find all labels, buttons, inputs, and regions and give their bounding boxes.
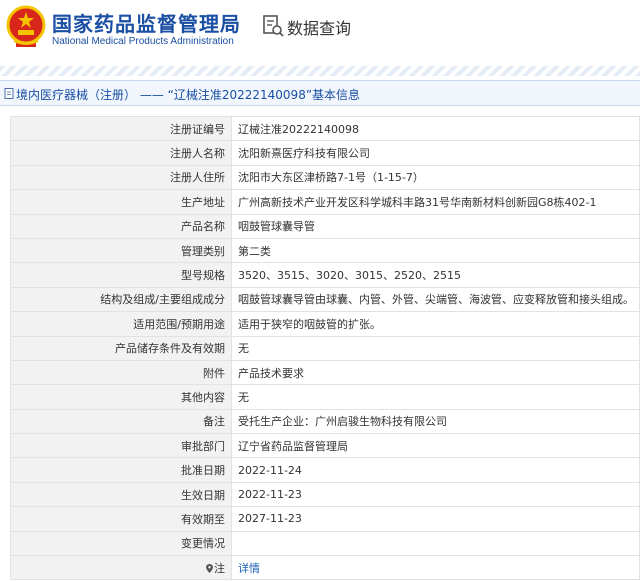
- field-value: 无: [231, 335, 640, 361]
- table-row: 批准日期 2022-11-24: [10, 457, 640, 483]
- table-row: 注册证编号 辽械注准20222140098: [10, 115, 640, 142]
- field-label: 注册人名称: [10, 140, 232, 166]
- table-row: 有效期至 2027-11-23: [10, 506, 640, 532]
- table-row-note: 注详情: [10, 555, 640, 581]
- brand-name-cn[interactable]: 国家药品监督管理局: [52, 8, 241, 37]
- field-label: 备注: [10, 408, 232, 435]
- table-row: 管理类别 第二类: [10, 237, 640, 264]
- field-value: 沈阳市大东区津桥路7-1号（1-15-7）: [231, 164, 640, 191]
- field-value: 第二类: [231, 237, 640, 264]
- table-row: 其他内容无: [10, 384, 640, 410]
- field-label: 生产地址: [10, 189, 232, 215]
- field-value: 沈阳新熹医疗科技有限公司: [231, 140, 640, 166]
- field-label: 适用范围/预期用途: [10, 311, 232, 337]
- field-value: 适用于狭窄的咽鼓管的扩张。: [231, 311, 640, 337]
- field-value: 辽宁省药品监督管理局: [231, 433, 640, 459]
- table-row: 生产地址 广州高新技术产业开发区科学城科丰路31号华南新材料创新园G8栋402-1: [10, 189, 640, 215]
- table-row: 生效日期 2022-11-23: [10, 481, 640, 508]
- field-value: 受托生产企业：广州启骏生物科技有限公司: [231, 408, 640, 435]
- field-label: 附件: [10, 359, 232, 386]
- details-link[interactable]: 详情: [238, 562, 260, 575]
- table-row: 产品储存条件及有效期无: [10, 335, 640, 361]
- field-label: 审批部门: [10, 433, 232, 459]
- table-row: 附件 产品技术要求: [10, 359, 640, 386]
- field-value: 无: [231, 384, 640, 410]
- field-value: 辽械注准20222140098: [231, 115, 640, 142]
- field-value: 咽鼓管球囊导管: [231, 213, 640, 239]
- table-row: 注册人住所 沈阳市大东区津桥路7-1号（1-15-7）: [10, 164, 640, 191]
- field-label: 产品储存条件及有效期: [10, 335, 232, 361]
- field-label: 结构及组成/主要组成成分: [10, 286, 232, 313]
- field-label: 注册证编号: [10, 115, 232, 142]
- document-search-icon: [263, 15, 284, 37]
- field-value: 2022-11-23: [231, 481, 640, 508]
- table-row: 注册人名称 沈阳新熹医疗科技有限公司: [10, 140, 640, 166]
- brand-name-en[interactable]: National Medical Products Administration: [52, 36, 234, 47]
- field-label: 注册人住所: [10, 164, 232, 191]
- table-row: 变更情况: [10, 530, 640, 557]
- page-title: 数据查询: [287, 19, 352, 38]
- field-value: 3520、3515、3020、3015、2520、2515: [231, 262, 640, 288]
- field-label: 产品名称: [10, 213, 232, 239]
- note-label-cell: 注: [10, 555, 232, 581]
- table-row: 产品名称 咽鼓管球囊导管: [10, 213, 640, 239]
- field-value: 广州高新技术产业开发区科学城科丰路31号华南新材料创新园G8栋402-1: [231, 189, 640, 215]
- map-pin-icon: [206, 563, 213, 573]
- field-label: 批准日期: [10, 457, 232, 483]
- note-value-cell: 详情: [231, 555, 640, 581]
- field-label: 其他内容: [10, 384, 232, 410]
- site-header: 国家药品监督管理局 National Medical Products Admi…: [0, 0, 640, 66]
- field-value: 咽鼓管球囊导管由球囊、内管、外管、尖端管、海波管、应变释放管和接头组成。: [231, 286, 640, 313]
- header-stripe-divider: [0, 66, 640, 76]
- table-row: 结构及组成/主要组成成分 咽鼓管球囊导管由球囊、内管、外管、尖端管、海波管、应变释…: [10, 286, 640, 313]
- field-value: 2027-11-23: [231, 506, 640, 532]
- table-row: 备注 受托生产企业：广州启骏生物科技有限公司: [10, 408, 640, 435]
- field-value: [231, 530, 640, 557]
- field-value: 2022-11-24: [231, 457, 640, 483]
- detail-table: 注册证编号 辽械注准20222140098 注册人名称 沈阳新熹医疗科技有限公司 注册人…: [10, 115, 640, 581]
- note-label: 注: [214, 561, 225, 575]
- field-label: 生效日期: [10, 481, 232, 508]
- national-emblem-icon: [6, 5, 46, 47]
- document-icon: [4, 88, 14, 99]
- breadcrumb-text: 境内医疗器械（注册） —— “辽械注准20222140098”基本信息: [16, 88, 361, 102]
- table-row: 型号规格 3520、3515、3020、3015、2520、2515: [10, 262, 640, 288]
- field-value: 产品技术要求: [231, 359, 640, 386]
- table-row: 适用范围/预期用途 适用于狭窄的咽鼓管的扩张。: [10, 311, 640, 337]
- field-label: 型号规格: [10, 262, 232, 288]
- field-label: 有效期至: [10, 506, 232, 532]
- field-label: 管理类别: [10, 237, 232, 264]
- breadcrumb: 境内医疗器械（注册） —— “辽械注准20222140098”基本信息: [0, 80, 640, 106]
- field-label: 变更情况: [10, 530, 232, 557]
- table-row: 审批部门 辽宁省药品监督管理局: [10, 433, 640, 459]
